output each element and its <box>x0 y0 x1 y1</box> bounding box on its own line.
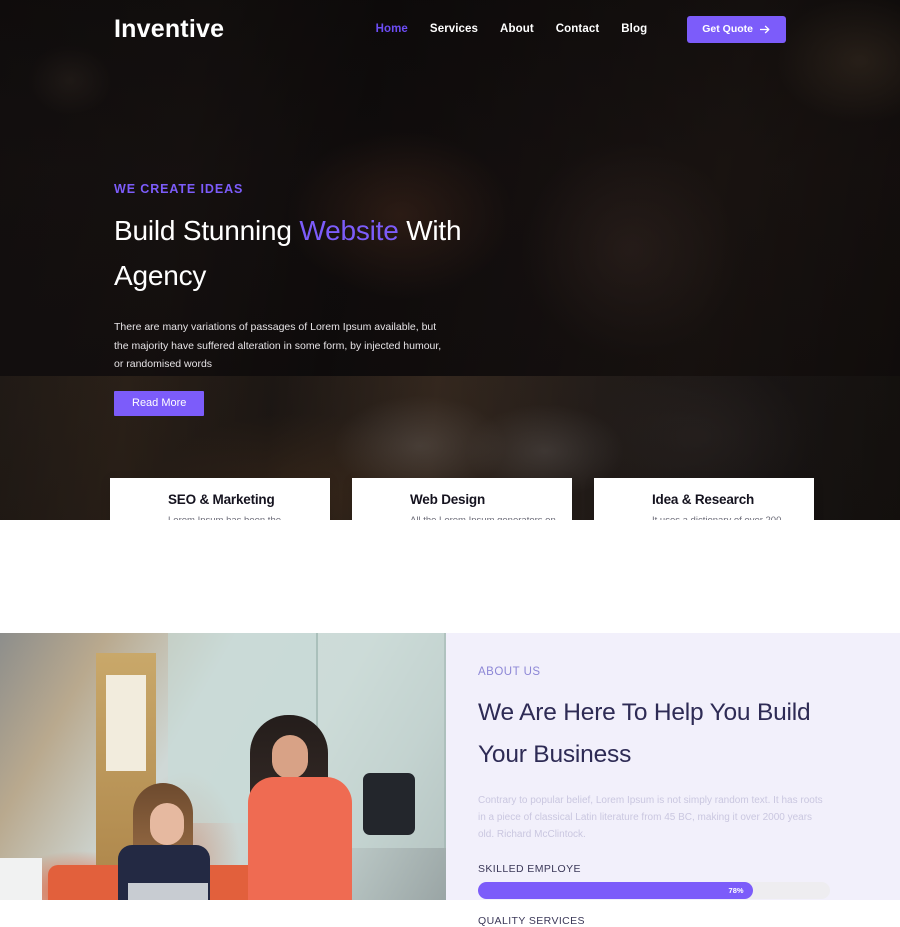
skill-bar: SKILLED EMPLOYE 78% <box>478 863 830 899</box>
hero-title-highlight: Website <box>299 215 399 246</box>
feature-card-body: SEO & Marketing Lorem Ipsum has been the… <box>168 492 314 520</box>
hero-title: Build Stunning Website With Agency <box>114 208 474 298</box>
feature-card-text: Lorem Ipsum has been the industry's stan… <box>168 513 314 520</box>
feature-card[interactable]: Idea & Research It uses a dictionary of … <box>594 478 814 520</box>
feature-card-title: SEO & Marketing <box>168 492 275 507</box>
layers-icon <box>366 492 400 520</box>
nav-link-about[interactable]: About <box>500 23 534 35</box>
feature-cards: SEO & Marketing Lorem Ipsum has been the… <box>110 478 814 520</box>
feature-card-title: Web Design <box>410 492 486 507</box>
arrow-right-icon <box>760 25 770 33</box>
feature-card-body: Web Design All the Lorem Ipsum generator… <box>410 492 556 520</box>
feature-card[interactable]: Web Design All the Lorem Ipsum generator… <box>352 478 572 520</box>
nav-links: Home Services About Contact Blog Get Quo… <box>376 15 786 43</box>
about-title: We Are Here To Help You Build Your Busin… <box>478 699 811 768</box>
brain-icon <box>608 492 642 520</box>
skill-bar: QUALITY SERVICES <box>478 915 830 927</box>
get-quote-label: Get Quote <box>702 23 753 35</box>
about-section: ABOUT US We Are Here To Help You Build Y… <box>0 633 900 927</box>
main-navbar: Inventive Home Services About Contact Bl… <box>0 0 900 58</box>
feature-card-text: All the Lorem Ipsum generators on the In… <box>410 513 556 520</box>
nav-link-blog[interactable]: Blog <box>621 23 647 35</box>
hero-description: There are many variations of passages of… <box>114 321 442 370</box>
hero-title-part1: Build Stunning <box>114 215 300 246</box>
about-eyebrow: ABOUT US <box>478 666 541 678</box>
brand-logo[interactable]: Inventive <box>114 15 224 44</box>
skill-bar-label: SKILLED EMPLOYE <box>478 863 581 875</box>
hero-copy: WE CREATE IDEAS Build Stunning Website W… <box>114 182 474 416</box>
hero-eyebrow: WE CREATE IDEAS <box>114 182 244 196</box>
skill-bar-fill: 78% <box>478 882 753 899</box>
about-description: Contrary to popular belief, Lorem Ipsum … <box>478 795 823 840</box>
skill-bar-track: 78% <box>478 882 830 899</box>
read-more-button[interactable]: Read More <box>114 390 205 416</box>
feature-card-title: Idea & Research <box>652 492 755 507</box>
nav-link-home[interactable]: Home <box>376 23 408 35</box>
skill-bar-percent: 78% <box>728 886 744 895</box>
skill-bar-label: QUALITY SERVICES <box>478 915 585 927</box>
nav-link-contact[interactable]: Contact <box>556 23 600 35</box>
about-content: ABOUT US We Are Here To Help You Build Y… <box>446 633 900 927</box>
hero-section: Inventive Home Services About Contact Bl… <box>0 0 900 520</box>
about-photo <box>0 633 446 900</box>
get-quote-button[interactable]: Get Quote <box>687 15 786 43</box>
feature-card[interactable]: SEO & Marketing Lorem Ipsum has been the… <box>110 478 330 520</box>
feature-card-text: It uses a dictionary of over 200 Latin w… <box>652 513 798 520</box>
nav-link-services[interactable]: Services <box>430 23 478 35</box>
feature-card-body: Idea & Research It uses a dictionary of … <box>652 492 798 520</box>
megaphone-icon <box>124 492 158 520</box>
